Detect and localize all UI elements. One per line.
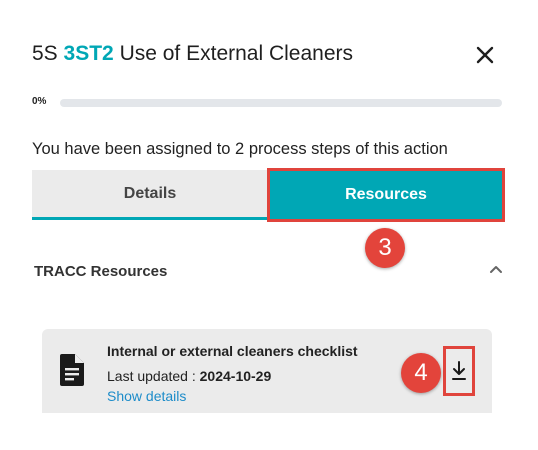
resource-updated: Last updated : 2024-10-29	[107, 368, 271, 384]
chevron-up-icon	[490, 266, 502, 273]
tab-bar: Details Resources	[32, 168, 505, 222]
dialog-header: 5S 3ST2 Use of External Cleaners	[32, 40, 508, 70]
progress-track	[60, 99, 502, 107]
collapse-button[interactable]	[487, 262, 505, 276]
progress-label: 0%	[32, 96, 47, 107]
resource-name: Internal or external cleaners checklist	[107, 343, 358, 359]
callout-3-badge: 3	[365, 228, 405, 268]
title-text: Use of External Cleaners	[119, 42, 354, 65]
dialog-title: 5S 3ST2 Use of External Cleaners	[32, 42, 353, 66]
download-button[interactable]	[443, 346, 475, 396]
updated-date: 2024-10-29	[199, 368, 272, 384]
show-details-link[interactable]: Show details	[107, 388, 186, 404]
tab-resources[interactable]: Resources	[267, 168, 505, 222]
assignment-text: You have been assigned to 2 process step…	[32, 140, 448, 158]
tab-details[interactable]: Details	[32, 170, 268, 220]
section-title: TRACC Resources	[34, 263, 168, 280]
close-icon	[476, 46, 494, 64]
document-icon	[60, 354, 84, 386]
title-code: 3ST2	[63, 42, 114, 65]
progress-bar: 0%	[32, 96, 502, 110]
download-icon	[452, 361, 466, 380]
title-prefix: 5S	[32, 42, 58, 65]
updated-label: Last updated :	[107, 368, 196, 384]
callout-4-badge: 4	[401, 353, 441, 393]
close-button[interactable]	[472, 42, 498, 68]
